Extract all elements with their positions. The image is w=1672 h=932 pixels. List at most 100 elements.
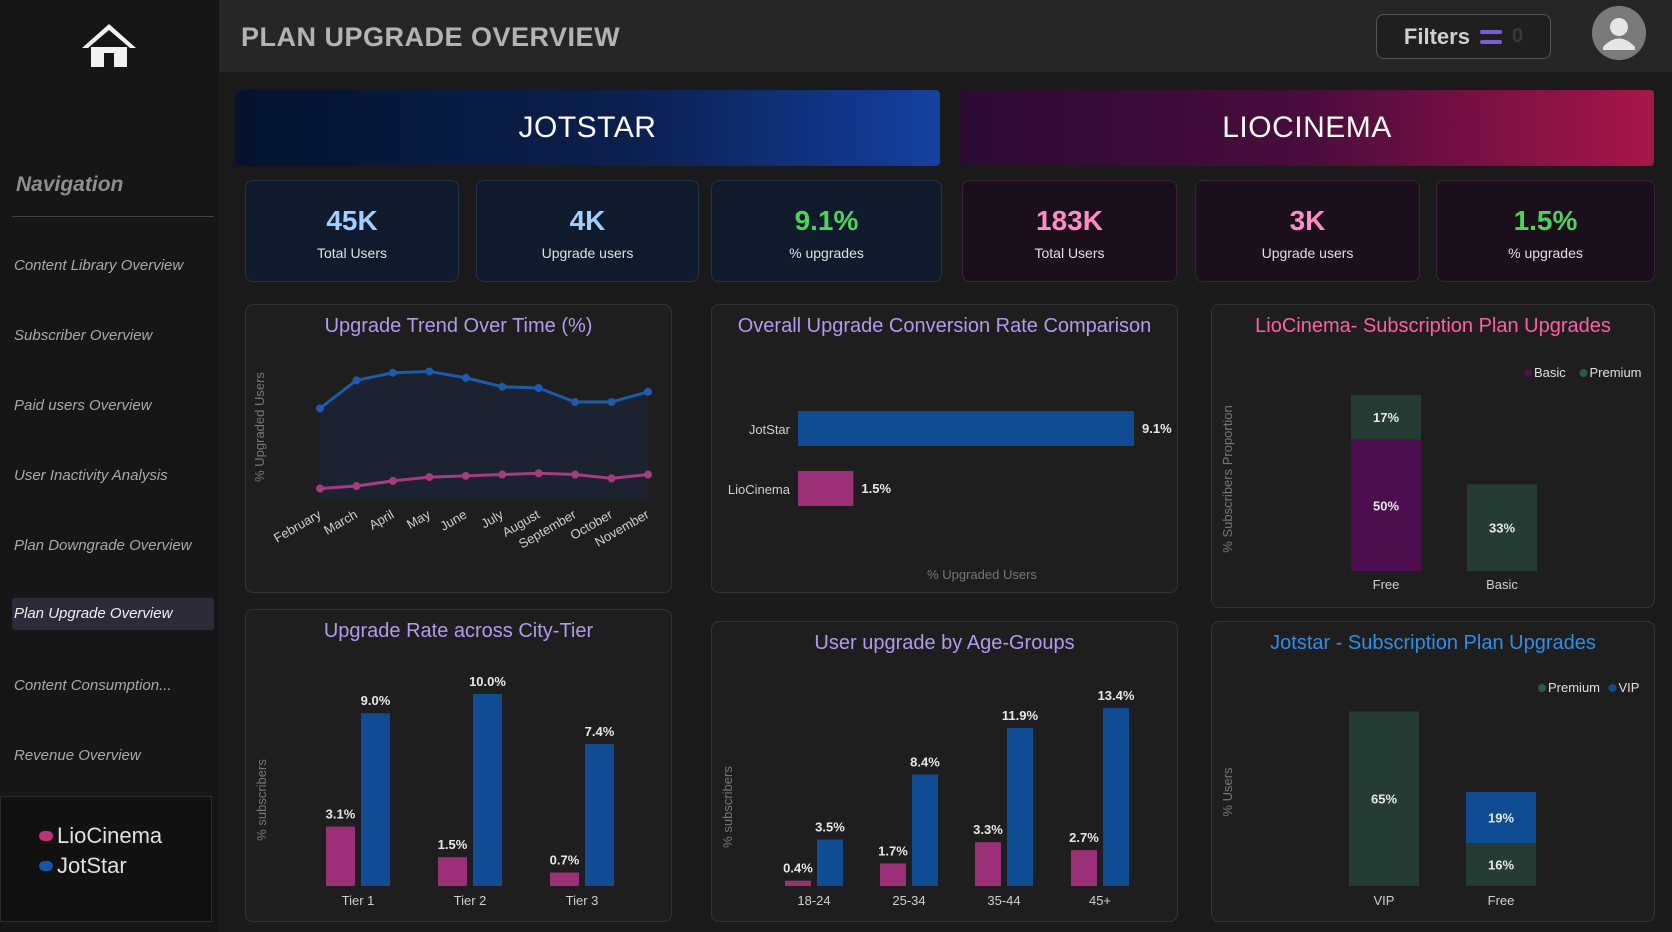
kpi-card-jotstar-upgrade-users: 4K Upgrade users xyxy=(476,180,699,282)
conversion-comparison-chart: JotStar 9.1% LioCinema 1.5% % Upgraded Users xyxy=(728,411,1172,582)
kpi-card-liocinema-upgrade-users: 3K Upgrade users xyxy=(1195,180,1420,282)
kpi-label: Total Users xyxy=(316,245,388,261)
x-tick-label: February xyxy=(271,506,324,545)
y-tick-label: LioCinema xyxy=(728,482,791,497)
data-label: 19% xyxy=(1488,811,1514,826)
nav-item-content-library[interactable]: Content Library Overview xyxy=(12,250,214,282)
x-tick-label: June xyxy=(437,507,469,534)
data-label: 3.5% xyxy=(815,820,845,835)
data-label: 1.5% xyxy=(861,481,891,496)
conversion-comparison-panel: Overall Upgrade Conversion Rate Comparis… xyxy=(711,304,1178,593)
x-tick-label: VIP xyxy=(1374,893,1395,908)
y-tick-label: JotStar xyxy=(749,422,791,437)
data-point xyxy=(498,382,507,391)
kpi-value: 9.1% xyxy=(794,205,859,236)
bar xyxy=(880,863,906,886)
jotstar-banner: JOTSTAR xyxy=(235,90,940,166)
bar xyxy=(975,842,1001,886)
data-point xyxy=(316,404,324,413)
bar xyxy=(912,774,938,886)
divider xyxy=(12,216,214,217)
data-label: 1.7% xyxy=(878,843,908,858)
data-label: 3.1% xyxy=(326,806,356,821)
kpi-card-liocinema-upgrade-pct: 1.5% % upgrades xyxy=(1436,180,1655,282)
x-tick-label: 45+ xyxy=(1089,893,1111,908)
kpi-value: 3K xyxy=(1289,205,1326,236)
kpi-label: Total Users xyxy=(1034,245,1105,261)
home-icon[interactable] xyxy=(80,22,138,68)
legend-dot-icon xyxy=(1579,369,1588,377)
kpi-card-liocinema-total-users: 183K Total Users xyxy=(962,180,1177,282)
page-title: PLAN UPGRADE OVERVIEW xyxy=(241,22,621,52)
data-point xyxy=(425,473,434,482)
data-label: 11.9% xyxy=(1002,708,1039,723)
bar xyxy=(1103,708,1129,886)
data-point xyxy=(644,387,652,396)
bar xyxy=(326,826,355,886)
nav-item-subscriber-overview[interactable]: Subscriber Overview xyxy=(12,320,214,352)
data-point xyxy=(316,484,324,493)
bar xyxy=(1007,727,1033,886)
data-point xyxy=(425,367,434,376)
nav-item-plan-downgrade[interactable]: Plan Downgrade Overview xyxy=(12,530,214,562)
kpi-value: 4K xyxy=(569,205,606,236)
x-tick-label: April xyxy=(366,507,396,533)
jotstar-plan-upgrades-chart: % Users 65% VIP 16% 19% Free Premium VIP xyxy=(1220,680,1639,908)
city-tier-chart: % subscribers 3.1% 9.0% Tier 1 1.5% 10.0% Tier… xyxy=(254,674,615,908)
nav-item-paid-users[interactable]: Paid users Overview xyxy=(12,390,214,422)
kpi-label: Upgrade users xyxy=(1261,245,1354,261)
x-tick-label: 18-24 xyxy=(797,893,830,908)
kpi-value: 45K xyxy=(326,205,378,236)
data-point xyxy=(388,476,397,485)
user-avatar-icon[interactable] xyxy=(1592,6,1646,60)
x-axis-label: % Upgraded Users xyxy=(927,567,1037,582)
nav-item-revenue-overview[interactable]: Revenue Overview xyxy=(12,740,214,772)
filters-button[interactable]: Filters 0 xyxy=(1376,14,1551,59)
filter-lines-icon xyxy=(1479,28,1502,46)
legend-label: Premium xyxy=(1548,680,1600,695)
data-point xyxy=(352,376,361,385)
liocinema-plan-upgrades-chart: % Subscribers Proportion 50% 17% Free 33% Bas… xyxy=(1220,365,1642,592)
kpi-card-jotstar-total-users: 45K Total Users xyxy=(245,180,459,282)
y-axis-label: % subscribers xyxy=(254,759,269,841)
kpi-label: Upgrade users xyxy=(541,245,634,261)
x-tick-label: 25-34 xyxy=(892,893,925,908)
data-label: 33% xyxy=(1489,521,1515,536)
x-tick-label: Tier 1 xyxy=(342,893,375,908)
data-label: 9.1% xyxy=(1142,421,1172,436)
navigation-title: Navigation xyxy=(16,173,124,196)
liocinema-dot-icon xyxy=(39,831,53,841)
x-tick-label: May xyxy=(404,506,433,532)
upgrade-trend-chart: % Upgraded Users FebruaryMarch April May Jun… xyxy=(252,367,652,551)
data-point xyxy=(644,470,652,479)
age-groups-chart: % subscribers 0.4% 3.5% 18-24 1.7% 8.4% 25-34 3… xyxy=(720,688,1135,908)
bar xyxy=(550,872,579,886)
data-point xyxy=(571,470,580,479)
bar xyxy=(361,713,390,886)
data-label: 50% xyxy=(1373,498,1399,513)
area-fill xyxy=(320,371,648,500)
bar xyxy=(798,411,1134,446)
x-tick-label: 35-44 xyxy=(987,893,1020,908)
data-label: 17% xyxy=(1373,410,1399,425)
kpi-value: 183K xyxy=(1036,205,1103,236)
nav-item-plan-upgrade[interactable]: Plan Upgrade Overview xyxy=(12,598,214,630)
legend-label: JotStar xyxy=(57,853,127,878)
y-axis-label: % Upgraded Users xyxy=(252,372,267,482)
jotstar-dot-icon xyxy=(39,861,53,871)
platform-legend: LioCinema JotStar xyxy=(0,796,212,922)
data-point xyxy=(607,474,616,483)
data-label: 0.4% xyxy=(783,861,813,876)
header: PLAN UPGRADE OVERVIEW Filters 0 xyxy=(219,0,1672,72)
data-label: 2.7% xyxy=(1069,830,1099,845)
jotstar-plan-upgrades-panel: Jotstar - Subscription Plan Upgrades % U… xyxy=(1211,621,1655,922)
nav-item-user-inactivity[interactable]: User Inactivity Analysis xyxy=(12,460,214,492)
liocinema-plan-upgrades-panel: LioCinema- Subscription Plan Upgrades % … xyxy=(1211,304,1655,608)
kpi-label: % upgrades xyxy=(789,245,864,261)
bar xyxy=(817,839,843,886)
nav-item-content-consumption[interactable]: Content Consumption... xyxy=(12,670,214,702)
y-axis-label: % Subscribers Proportion xyxy=(1220,405,1235,552)
data-label: 65% xyxy=(1371,792,1397,807)
bar xyxy=(1071,850,1097,886)
bar xyxy=(798,471,854,506)
